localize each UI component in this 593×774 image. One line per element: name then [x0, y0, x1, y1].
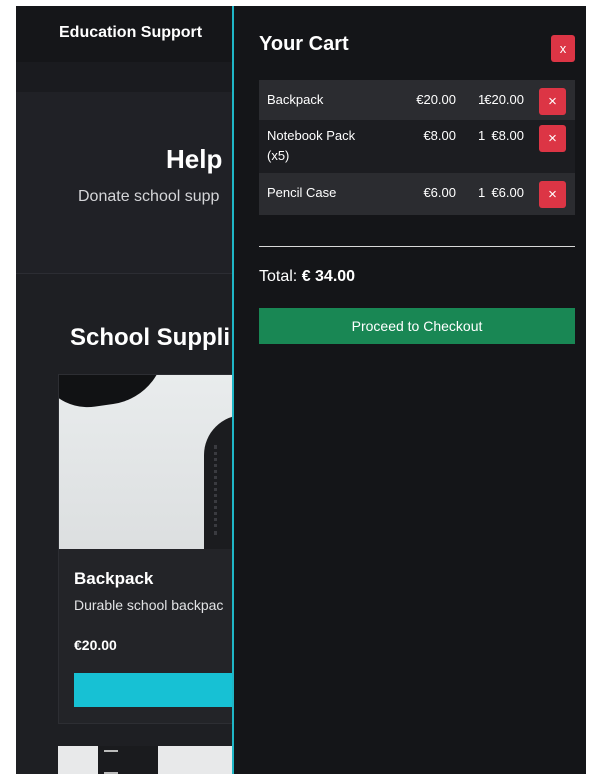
cart-total-value: € 34.00 — [301, 268, 356, 285]
notebook-spiral-graphic — [104, 750, 118, 774]
cart-item-name: Pencil Case — [267, 185, 337, 200]
cart-item-qty: 1 — [478, 185, 486, 200]
remove-item-button[interactable]: × — [539, 181, 566, 208]
add-to-cart-button[interactable] — [74, 673, 257, 707]
cart-item-subtotal: €8.00 — [491, 128, 524, 143]
cart-panel: Your Cart x Backpack €20.00 1 €20.00 × N… — [232, 6, 586, 774]
close-cart-button[interactable]: x — [551, 35, 575, 62]
product-name: Backpack — [74, 569, 154, 588]
product-card: Backpack Durable school backpac €20.00 — [58, 374, 258, 724]
product-image-notebook — [58, 746, 258, 774]
page-viewport: Education Support Help Donate school sup… — [16, 6, 586, 774]
product-description: Durable school backpac — [74, 597, 224, 613]
cart-item-price: €6.00 — [423, 185, 456, 200]
backpack-strap-graphic — [59, 375, 173, 414]
product-image — [59, 375, 257, 549]
navbar-brand[interactable]: Education Support — [59, 24, 202, 42]
cart-divider — [259, 246, 575, 247]
cart-items-table: Backpack €20.00 1 €20.00 × Notebook Pack… — [259, 80, 575, 215]
cart-item-qty: 1 — [478, 128, 486, 143]
remove-item-button[interactable]: × — [539, 88, 566, 115]
cart-item-price: €20.00 — [416, 92, 456, 107]
hero-subtitle: Donate school supp — [78, 188, 220, 205]
cart-item-name: Backpack — [267, 92, 324, 107]
cart-total-label: Total: — [259, 268, 302, 285]
table-row: Notebook Pack (x5) €8.00 1 €8.00 × — [259, 120, 575, 173]
product-price: €20.00 — [74, 637, 117, 653]
remove-item-button[interactable]: × — [539, 125, 566, 152]
table-row: Pencil Case €6.00 1 €6.00 × — [259, 173, 575, 215]
hero-title: Help — [166, 144, 223, 174]
cart-item-subtotal: €6.00 — [491, 185, 524, 200]
cart-item-subtotal: €20.00 — [484, 92, 524, 107]
cart-title: Your Cart — [259, 33, 349, 55]
cart-total: Total: € 34.00 — [259, 268, 355, 286]
section-title: School Suppli — [70, 324, 230, 351]
cart-item-price: €8.00 — [423, 128, 456, 143]
table-row: Backpack €20.00 1 €20.00 × — [259, 80, 575, 120]
checkout-button[interactable]: Proceed to Checkout — [259, 308, 575, 344]
cart-item-name: Notebook Pack (x5) — [267, 128, 356, 163]
